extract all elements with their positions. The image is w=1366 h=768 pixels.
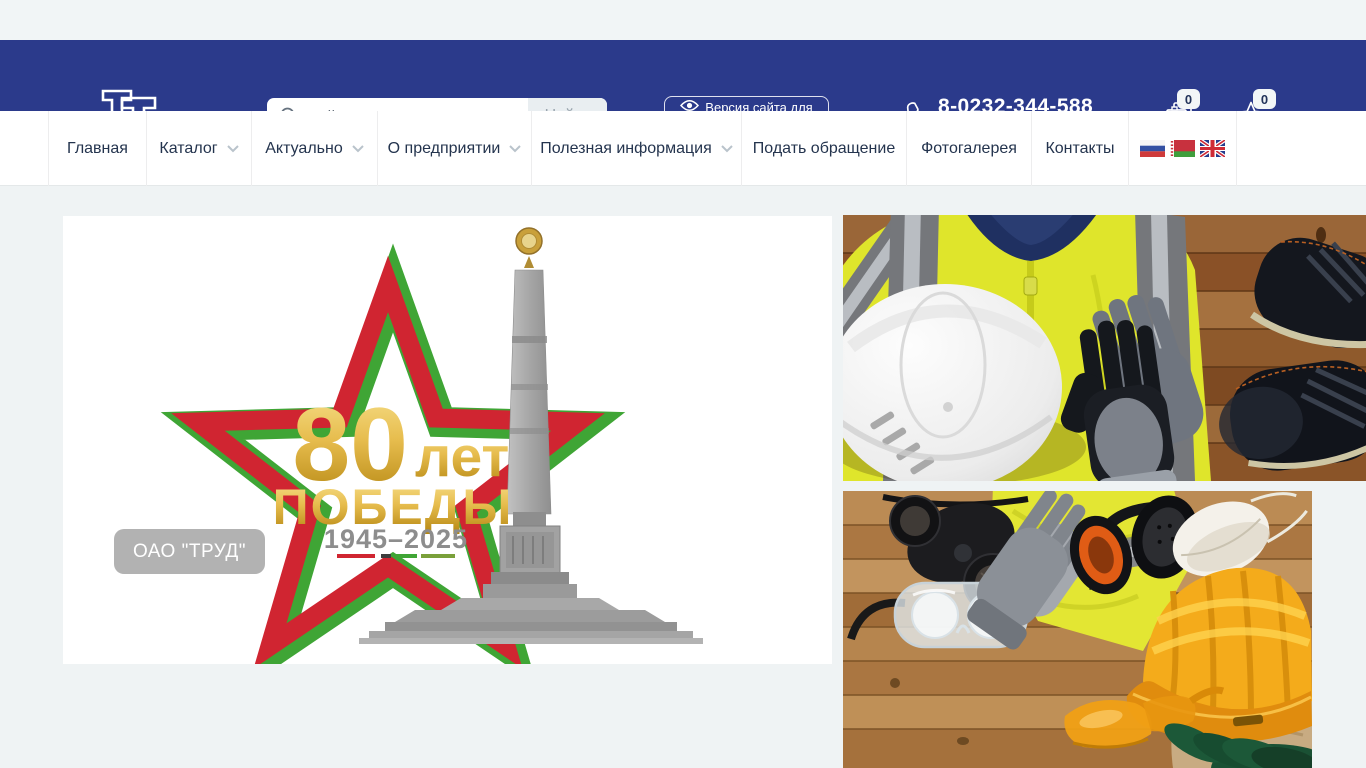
- nav-label: Подать обращение: [752, 139, 896, 157]
- english-flag[interactable]: [1200, 140, 1225, 157]
- nav-item-about[interactable]: О предприятии: [377, 111, 531, 186]
- cart-count-badge: 0: [1177, 89, 1200, 109]
- nav-item-home[interactable]: Главная: [48, 111, 146, 186]
- nav-item-contacts[interactable]: Контакты: [1031, 111, 1128, 186]
- chevron-down-icon: [509, 144, 522, 152]
- banner-years: 1945–2025: [324, 524, 468, 554]
- hivis-workwear-photo[interactable]: [843, 215, 1366, 481]
- hero-slider-victory-banner[interactable]: 80 лет ПОБЕДЫ 1945–2025 ОАО "ТРУД": [63, 216, 832, 664]
- banner-underline-marks: [337, 554, 455, 558]
- chevron-down-icon: [721, 144, 733, 152]
- nav-label: Фотогалерея: [921, 139, 1017, 157]
- main-navigation: Главная Каталог Актуально О предприятии …: [0, 111, 1366, 186]
- language-switcher: [1128, 111, 1237, 186]
- nav-item-useful-info[interactable]: Полезная информация: [531, 111, 741, 186]
- nav-item-actual[interactable]: Актуально: [251, 111, 377, 186]
- nav-item-catalog[interactable]: Каталог: [146, 111, 251, 186]
- page-root: РУД 1919 Найти Версия сайта для слабовид…: [0, 0, 1366, 768]
- nav-label: Контакты: [1045, 139, 1115, 157]
- ppe-equipment-photo[interactable]: [843, 491, 1312, 768]
- nav-label: Каталог: [159, 139, 218, 157]
- top-strip: [0, 0, 1366, 40]
- nav-label: О предприятии: [387, 139, 501, 157]
- favorites-count-badge: 0: [1253, 89, 1276, 109]
- company-name-badge[interactable]: ОАО "ТРУД": [114, 529, 265, 574]
- nav-label: Полезная информация: [540, 139, 712, 157]
- belarusian-flag[interactable]: [1170, 140, 1195, 157]
- nav-item-gallery[interactable]: Фотогалерея: [906, 111, 1031, 186]
- russian-flag[interactable]: [1140, 140, 1165, 157]
- chevron-down-icon: [226, 144, 239, 152]
- main-header: РУД 1919 Найти Версия сайта для слабовид…: [0, 40, 1366, 148]
- chevron-down-icon: [352, 144, 364, 152]
- nav-label: Главная: [67, 139, 128, 157]
- nav-item-submit-appeal[interactable]: Подать обращение: [741, 111, 906, 186]
- nav-label: Актуально: [265, 139, 343, 157]
